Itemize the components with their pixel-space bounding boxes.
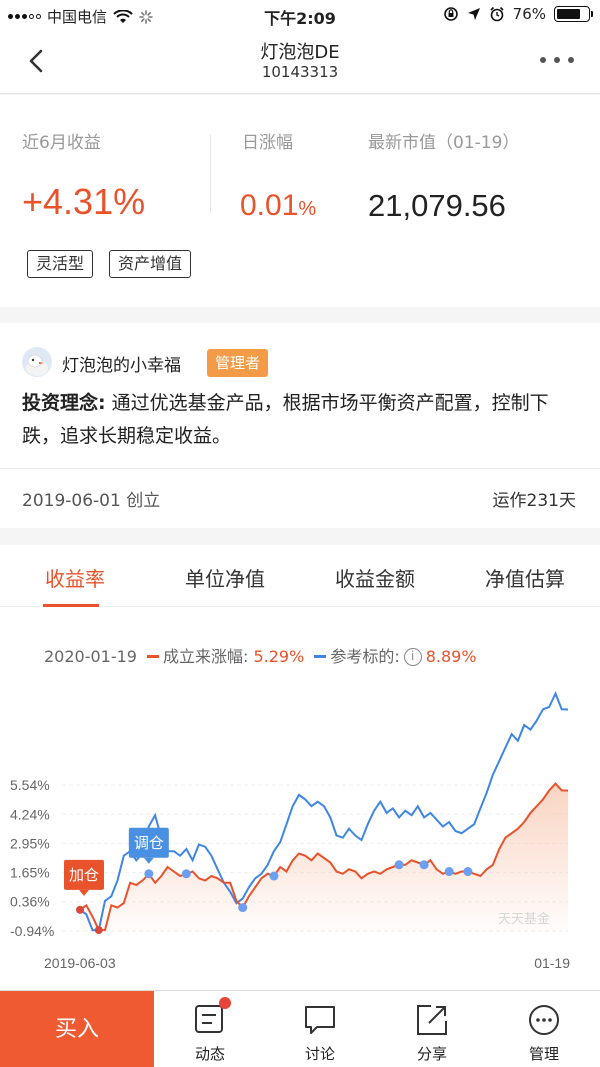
buy-dot [94,926,103,935]
rebalance-dot [444,867,454,877]
rebalance-dot [181,869,191,879]
summary-divider [210,135,211,213]
running-days: 运作231天 [492,491,576,511]
daily-change-value: 0.01 [240,189,299,222]
legend-benchmark-value: 8.89% [425,647,477,666]
daily-change-unit: % [298,198,317,220]
trade-marker-pointer [79,889,89,896]
x-start-label: 2019-06-03 [44,955,116,971]
trade-marker-pointer [143,857,154,864]
legend-date: 2020-01-19 [44,647,137,666]
tab-return-amount[interactable]: 收益金额 [300,563,450,592]
tab-manage-label: 管理 [528,1045,559,1063]
rebalance-dot [394,860,404,870]
chart-legend: 2020-01-19 成立来涨幅: 5.29% 参考标的: i 8.89% [44,643,477,668]
tab-discuss[interactable]: 讨论 [265,991,375,1067]
y-tick-label: 2.95% [10,835,50,851]
watermark: 天天基金 [498,911,550,927]
summary-card: 近6月收益 +4.31% 日涨幅 0.01% 最新市值（01-19） 21,07… [0,95,600,307]
bottom-bar: 买入 动态 讨论 分享 管理 [0,990,600,1067]
rebalance-dot [419,860,429,870]
rebalance-dot [238,903,248,913]
tab-discuss-label: 讨论 [304,1045,335,1063]
more-icon[interactable] [540,50,574,70]
return-chart[interactable]: 5.54% 4.24% 2.95% 1.65% 0.36% -0.94% 天天基金 加仓 调仓 2… [0,675,600,985]
status-right: 76% [443,5,593,23]
battery-icon [554,6,593,22]
manager-divider [0,468,600,469]
trade-marker-label: 加仓 [69,866,99,884]
battery-percent: 76% [512,5,546,23]
tab-return-rate[interactable]: 收益率 [0,563,150,592]
battery-fill [557,9,580,19]
founded-date: 2019-06-01 创立 [22,491,161,511]
chart-tabs: 收益率 单位净值 收益金额 净值估算 [0,545,600,607]
rebalance-dot [269,871,279,881]
tab-share-label: 分享 [416,1045,447,1063]
investment-philosophy: 投资理念: 通过优选基金产品，根据市场平衡资产配置，控制下跌，追求长期稳定收益。 [22,387,582,453]
page-title: 灯泡泡DE [260,42,340,63]
tag-asset-growth: 资产增值 [109,250,192,278]
rebalance-dot [144,869,154,879]
market-value-label: 最新市值（01-19） [368,133,520,153]
manager-card: 灯泡泡的小幸福 管理者 投资理念: 通过优选基金产品，根据市场平衡资产配置，控制… [0,323,600,528]
manager-badge: 管理者 [207,349,269,377]
philosophy-label: 投资理念: [22,392,106,414]
avatar[interactable] [22,347,52,377]
buy-button[interactable]: 买入 [0,991,154,1067]
location-icon [467,8,480,20]
nav-bar: 灯泡泡DE 10143313 [0,32,600,94]
legend-fund-swatch [146,654,159,658]
tab-unit-nav[interactable]: 单位净值 [150,563,300,592]
y-tick-label: 1.65% [10,865,50,881]
alarm-icon [490,6,504,22]
six-month-return-value: +4.31% [22,181,146,222]
tab-news-label: 动态 [194,1045,225,1063]
news-badge-dot [219,997,231,1009]
manager-name[interactable]: 灯泡泡的小幸福 [62,351,181,376]
fund-code: 10143313 [261,63,339,81]
legend-benchmark-label: 参考标的: [330,647,400,666]
daily-change-label: 日涨幅 [242,133,293,153]
tab-manage[interactable]: 管理 [489,991,599,1067]
buy-dot [76,905,84,914]
tab-news[interactable]: 动态 [155,991,265,1067]
legend-benchmark-swatch [314,654,327,658]
more-icon [529,1005,559,1035]
legend-fund-label: 成立来涨幅: [162,647,249,666]
rotation-lock-icon [443,7,458,21]
status-bar: 中国电信 下午2:09 76% [0,0,600,32]
six-month-return-label: 近6月收益 [22,133,101,153]
legend-fund-value: 5.29% [253,647,305,666]
y-tick-label: -0.94% [10,923,54,939]
info-icon[interactable]: i [403,647,422,666]
chart-card: 收益率 单位净值 收益金额 净值估算 2020-01-19 成立来涨幅: 5.29… [0,545,600,990]
tag-flexible: 灵活型 [27,250,94,278]
share-icon [417,1005,447,1035]
trade-marker-label: 调仓 [134,834,164,852]
y-tick-label: 4.24% [10,806,50,822]
tab-nav-estimate[interactable]: 净值估算 [450,563,600,592]
active-tab-indicator [43,604,99,607]
y-tick-label: 0.36% [10,894,50,910]
market-value: 21,079.56 [368,188,506,223]
y-tick-label: 5.54% [10,777,50,793]
rebalance-dot [463,867,473,877]
tab-share[interactable]: 分享 [377,991,487,1067]
x-end-label: 01-19 [534,955,570,971]
chat-icon [305,1006,335,1034]
